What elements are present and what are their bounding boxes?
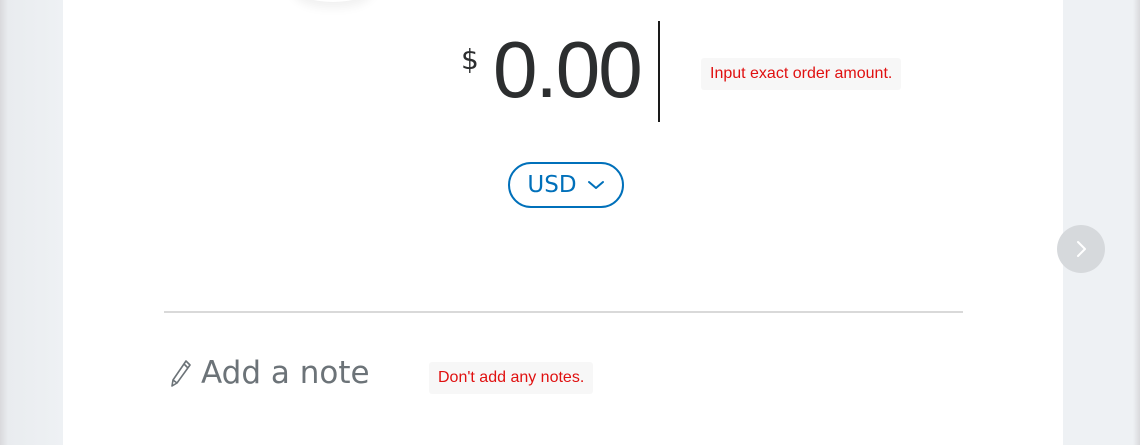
add-note-label: Add a note xyxy=(201,354,370,391)
add-note-button[interactable]: Add a note xyxy=(169,350,370,396)
next-button[interactable] xyxy=(1057,225,1105,273)
currency-code-label: USD xyxy=(527,171,577,198)
page-background-right xyxy=(1063,0,1140,445)
text-caret xyxy=(658,21,660,122)
send-money-card: $ 0.00 Input exact order amount. USD Add… xyxy=(63,0,1063,445)
currency-symbol: $ xyxy=(461,43,479,76)
note-instruction-label: Don't add any notes. xyxy=(429,362,594,394)
page-background-left xyxy=(0,0,63,445)
chevron-down-icon xyxy=(587,181,604,189)
amount-instruction-label: Input exact order amount. xyxy=(701,58,902,90)
amount-input[interactable]: 0.00 xyxy=(493,30,643,110)
section-divider xyxy=(164,311,963,313)
avatar-shadow xyxy=(293,0,373,2)
currency-select-button[interactable]: USD xyxy=(508,162,624,208)
chevron-right-icon xyxy=(1077,241,1086,257)
pencil-icon xyxy=(171,360,191,387)
